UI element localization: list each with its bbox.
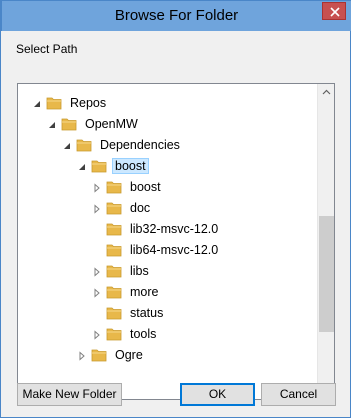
folder-tree[interactable]: Repos OpenMW Dependencies boost boost doc lib3… [17, 83, 335, 400]
tree-item[interactable]: Ogre [77, 344, 146, 365]
folder-icon [106, 243, 122, 257]
tree-item[interactable]: status [92, 302, 166, 323]
folder-icon [76, 138, 92, 152]
folder-icon [106, 285, 122, 299]
tree-item-label: Repos [70, 95, 107, 110]
tree-item-label: more [130, 284, 159, 299]
make-new-folder-button[interactable]: Make New Folder [17, 383, 122, 406]
collapse-arrow-icon[interactable] [32, 98, 42, 108]
tree-item-label: Dependencies [100, 137, 180, 152]
ok-button[interactable]: OK [180, 383, 255, 406]
tree-item[interactable]: lib64-msvc-12.0 [92, 239, 221, 260]
folder-icon [91, 348, 107, 362]
dialog-body: Select Path Repos OpenMW Dependencies boost… [1, 31, 350, 417]
browse-for-folder-dialog: Browse For Folder Select Path Repos OpenM… [0, 0, 351, 418]
tree-item[interactable]: libs [92, 260, 152, 281]
select-path-label: Select Path [16, 42, 78, 56]
folder-icon [61, 117, 77, 131]
folder-icon [46, 96, 62, 110]
tree-item[interactable]: Dependencies [62, 134, 183, 155]
tree-item-label: Ogre [115, 347, 143, 362]
tree-item[interactable]: OpenMW [47, 113, 141, 134]
tree-item-label: libs [130, 263, 149, 278]
tree-item-label: OpenMW [85, 116, 138, 131]
tree-item-label: doc [130, 200, 151, 215]
tree-item[interactable]: boost [92, 176, 164, 197]
title-bar[interactable]: Browse For Folder [1, 0, 351, 31]
scroll-up-icon [322, 89, 331, 95]
tree-item-label: lib32-msvc-12.0 [130, 221, 219, 236]
scroll-thumb[interactable] [319, 216, 334, 332]
collapse-arrow-icon[interactable] [62, 140, 72, 150]
collapse-arrow-icon[interactable] [47, 119, 57, 129]
folder-icon [106, 306, 122, 320]
expand-arrow-icon[interactable] [92, 287, 102, 298]
folder-icon [106, 180, 122, 194]
cancel-button[interactable]: Cancel [261, 383, 336, 406]
folder-icon [106, 327, 122, 341]
scroll-up-button[interactable] [318, 84, 334, 101]
tree-item[interactable]: Repos [32, 92, 109, 113]
expand-arrow-icon[interactable] [92, 182, 102, 193]
expand-arrow-icon[interactable] [92, 203, 102, 214]
tree-item-label: status [130, 305, 164, 320]
tree-item[interactable]: boost [77, 155, 149, 176]
collapse-arrow-icon[interactable] [77, 161, 87, 171]
tree-item-label: lib64-msvc-12.0 [130, 242, 219, 257]
tree-item-label: boost [130, 179, 161, 194]
tree-item-label: boost [112, 157, 149, 174]
tree-item[interactable]: more [92, 281, 161, 302]
tree-item[interactable]: doc [92, 197, 153, 218]
tree-item-label: tools [130, 326, 157, 341]
close-button[interactable] [322, 2, 346, 20]
window-title: Browse For Folder [114, 7, 239, 24]
folder-icon [106, 264, 122, 278]
folder-icon [91, 159, 107, 173]
expand-arrow-icon[interactable] [77, 350, 87, 361]
folder-icon [106, 222, 122, 236]
folder-tree-viewport: Repos OpenMW Dependencies boost boost doc lib3… [18, 84, 317, 399]
tree-scrollbar[interactable] [317, 84, 334, 399]
expand-arrow-icon[interactable] [92, 266, 102, 277]
folder-icon [106, 201, 122, 215]
expand-arrow-icon[interactable] [92, 329, 102, 340]
tree-item[interactable]: tools [92, 323, 159, 344]
tree-item[interactable]: lib32-msvc-12.0 [92, 218, 221, 239]
close-icon [330, 7, 340, 17]
